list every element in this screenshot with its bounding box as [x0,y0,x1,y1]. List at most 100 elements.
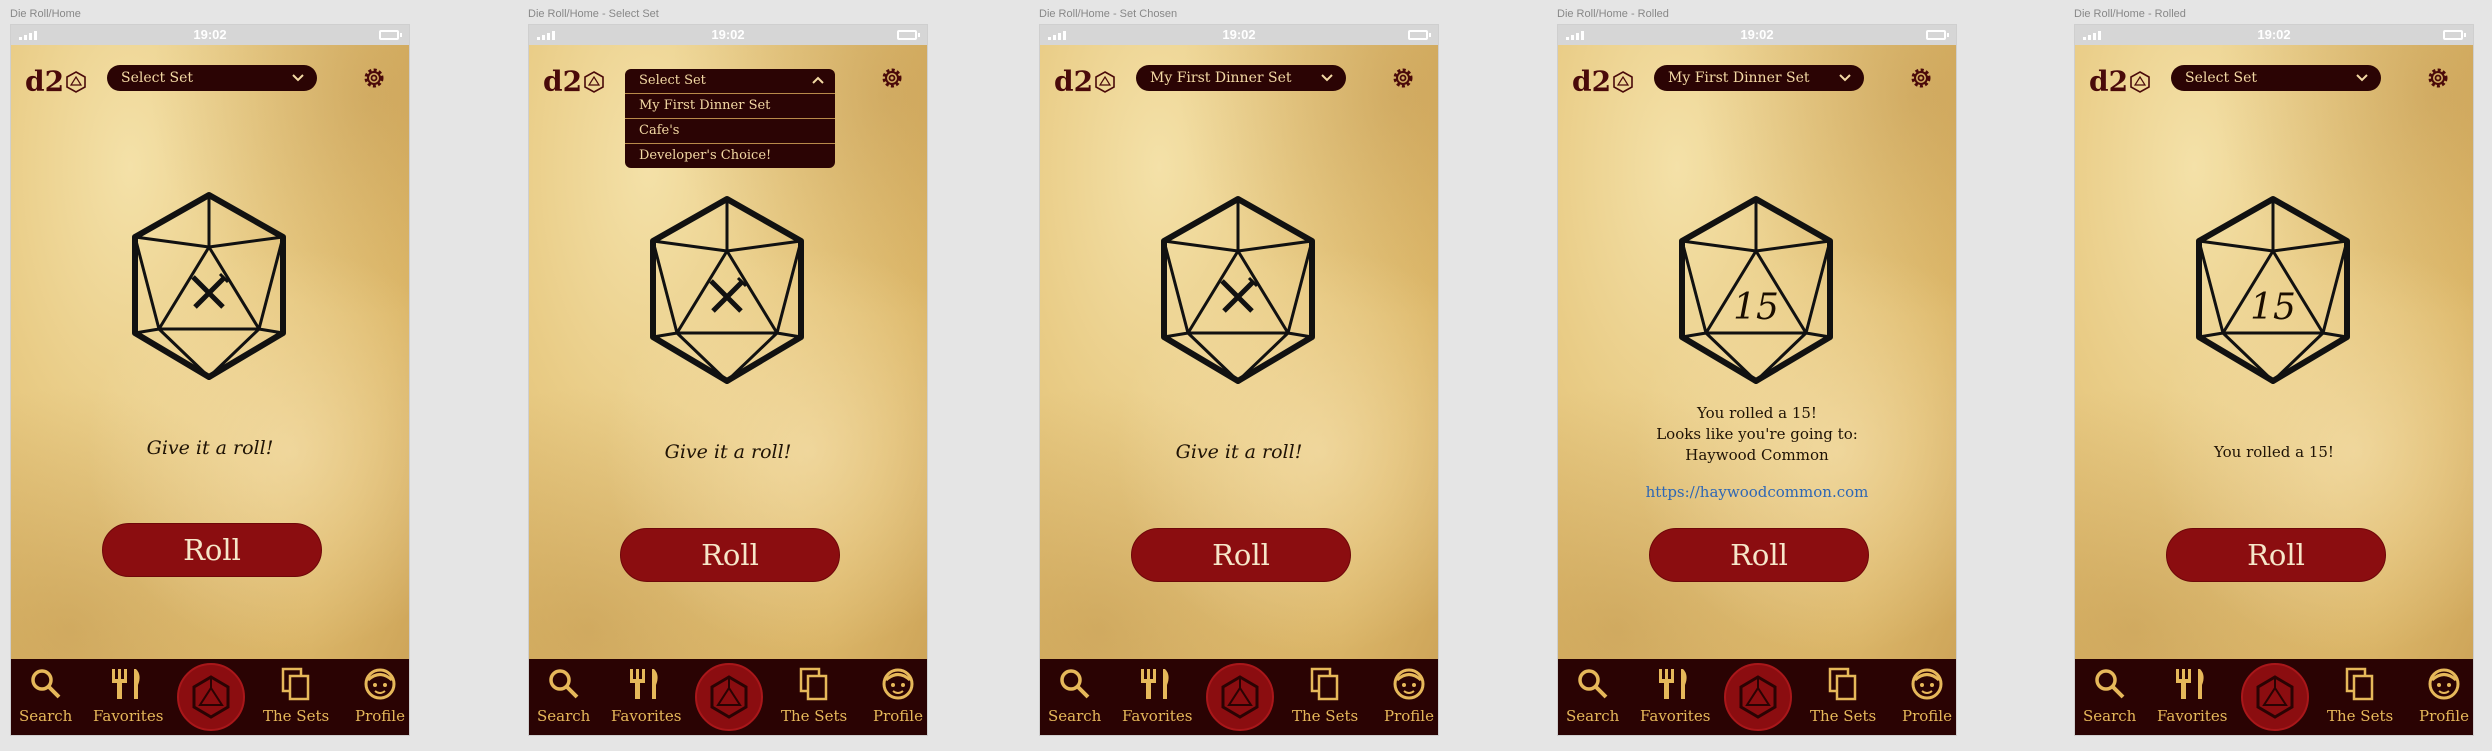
d20-icon [1739,675,1777,719]
app-logo-text: d2 [25,65,65,98]
tab-sets[interactable]: The Sets [1292,667,1358,725]
set-dropdown-header[interactable]: Select Set [625,69,835,93]
tab-sets[interactable]: The Sets [1810,667,1876,725]
gear-icon[interactable] [2425,65,2451,91]
tab-favorites[interactable]: Favorites [1122,667,1192,725]
d20-icon[interactable] [1148,191,1328,391]
roll-button[interactable]: Roll [620,528,840,582]
phone-screen: 19:02 d2 Select Set 15 You rolled a 15! … [2074,24,2474,736]
tab-sets-label: The Sets [2327,707,2394,725]
chevron-down-icon [1321,74,1333,82]
fork-knife-icon [1659,669,1687,699]
tab-roll[interactable] [695,663,763,731]
chevron-down-icon [2356,74,2368,82]
tab-profile-label: Profile [873,707,923,725]
gear-icon[interactable] [361,65,387,91]
roll-result: You rolled a 15! [2214,443,2334,461]
status-bar: 19:02 [1040,25,1438,45]
tab-favorites[interactable]: Favorites [611,667,681,725]
tab-profile-label: Profile [2419,707,2469,725]
tab-roll[interactable] [1206,663,1274,731]
tab-roll[interactable] [1724,663,1792,731]
tab-search[interactable]: Search [1566,667,1619,725]
copy-icon [799,667,828,701]
result-line: You rolled a 15! [1697,404,1817,422]
logo-die-icon [584,70,604,93]
battery-icon [379,30,402,40]
roll-button[interactable]: Roll [1649,528,1869,582]
tab-sets[interactable]: The Sets [263,667,329,725]
tab-sets[interactable]: The Sets [781,667,847,725]
tab-favorites[interactable]: Favorites [1640,667,1710,725]
tab-roll[interactable] [177,663,245,731]
copy-icon [1310,667,1339,701]
set-select[interactable]: Select Set [107,65,317,91]
search-icon [548,669,579,699]
fork-knife-icon [630,669,658,699]
set-dropdown-title: Select Set [639,73,706,88]
tab-sets[interactable]: The Sets [2327,667,2393,725]
tab-profile[interactable]: Profile [355,667,405,725]
tab-search[interactable]: Search [2083,667,2136,725]
tab-profile[interactable]: Profile [1902,667,1952,725]
set-option[interactable]: My First Dinner Set [625,93,835,118]
die-result-value: 15 [2250,287,2296,328]
tab-profile-label: Profile [1902,707,1952,725]
artboard-rolled: Die Roll/Home - Rolled 19:02 d2 My First… [1557,0,1957,751]
set-dropdown: Select Set My First Dinner Set Cafe's De… [625,69,835,168]
tab-favorites[interactable]: Favorites [2157,667,2227,725]
set-select[interactable]: Select Set [2171,65,2381,91]
app-logo: d2 [2089,65,2150,98]
fork-knife-icon [191,272,230,309]
tab-profile[interactable]: Profile [2419,667,2469,725]
tab-bar: Search Favorites The Sets Profile [529,659,927,735]
roll-button[interactable]: Roll [2166,528,2386,582]
artboard-select-set: Die Roll/Home - Select Set 19:02 d2 Sele… [528,0,928,751]
artboard-label: Die Roll/Home - Rolled [1557,8,1669,20]
app-logo-text: d2 [2089,65,2129,98]
battery-icon [1926,30,1949,40]
battery-icon [1408,30,1431,40]
gear-icon[interactable] [1390,65,1416,91]
tab-search-label: Search [2083,707,2137,725]
app-logo: d2 [25,65,86,98]
set-select[interactable]: My First Dinner Set [1136,65,1346,91]
d20-icon [192,675,230,719]
tab-roll[interactable] [2241,663,2309,731]
tab-profile[interactable]: Profile [873,667,923,725]
d20-icon[interactable] [119,187,299,387]
set-option[interactable]: Developer's Choice! [625,143,835,168]
tab-profile[interactable]: Profile [1384,667,1434,725]
tab-favorites-label: Favorites [1640,707,1711,725]
set-select[interactable]: My First Dinner Set [1654,65,1864,91]
fork-knife-icon [709,276,748,313]
gear-icon[interactable] [879,65,905,91]
d20-icon[interactable] [637,191,817,391]
signal-icon [537,31,555,40]
tab-profile-label: Profile [355,707,405,725]
tab-favorites[interactable]: Favorites [93,667,163,725]
roll-button[interactable]: Roll [1131,528,1351,582]
roll-button[interactable]: Roll [102,523,322,577]
tab-bar: Search Favorites The Sets Profile [11,659,409,735]
tab-favorites-label: Favorites [93,707,164,725]
roll-prompt: Give it a roll! [146,437,274,459]
tab-search-label: Search [537,707,591,725]
battery-icon [897,30,920,40]
tab-search[interactable]: Search [19,667,72,725]
status-bar: 19:02 [529,25,927,45]
tab-search[interactable]: Search [1048,667,1101,725]
status-time: 19:02 [193,27,227,42]
tab-search[interactable]: Search [537,667,590,725]
chevron-down-icon [1839,74,1851,82]
set-option[interactable]: Cafe's [625,118,835,143]
artboard-label: Die Roll/Home - Rolled [2074,8,2186,20]
restaurant-link[interactable]: https://haywoodcommon.com [1558,483,1956,501]
gear-icon[interactable] [1908,65,1934,91]
copy-icon [2345,667,2374,701]
phone-screen: 19:02 d2 Select Set Give it a roll! Roll [10,24,410,736]
tab-sets-label: The Sets [1292,707,1359,725]
tab-sets-label: The Sets [263,707,330,725]
tab-search-label: Search [19,707,73,725]
tab-favorites-label: Favorites [611,707,682,725]
